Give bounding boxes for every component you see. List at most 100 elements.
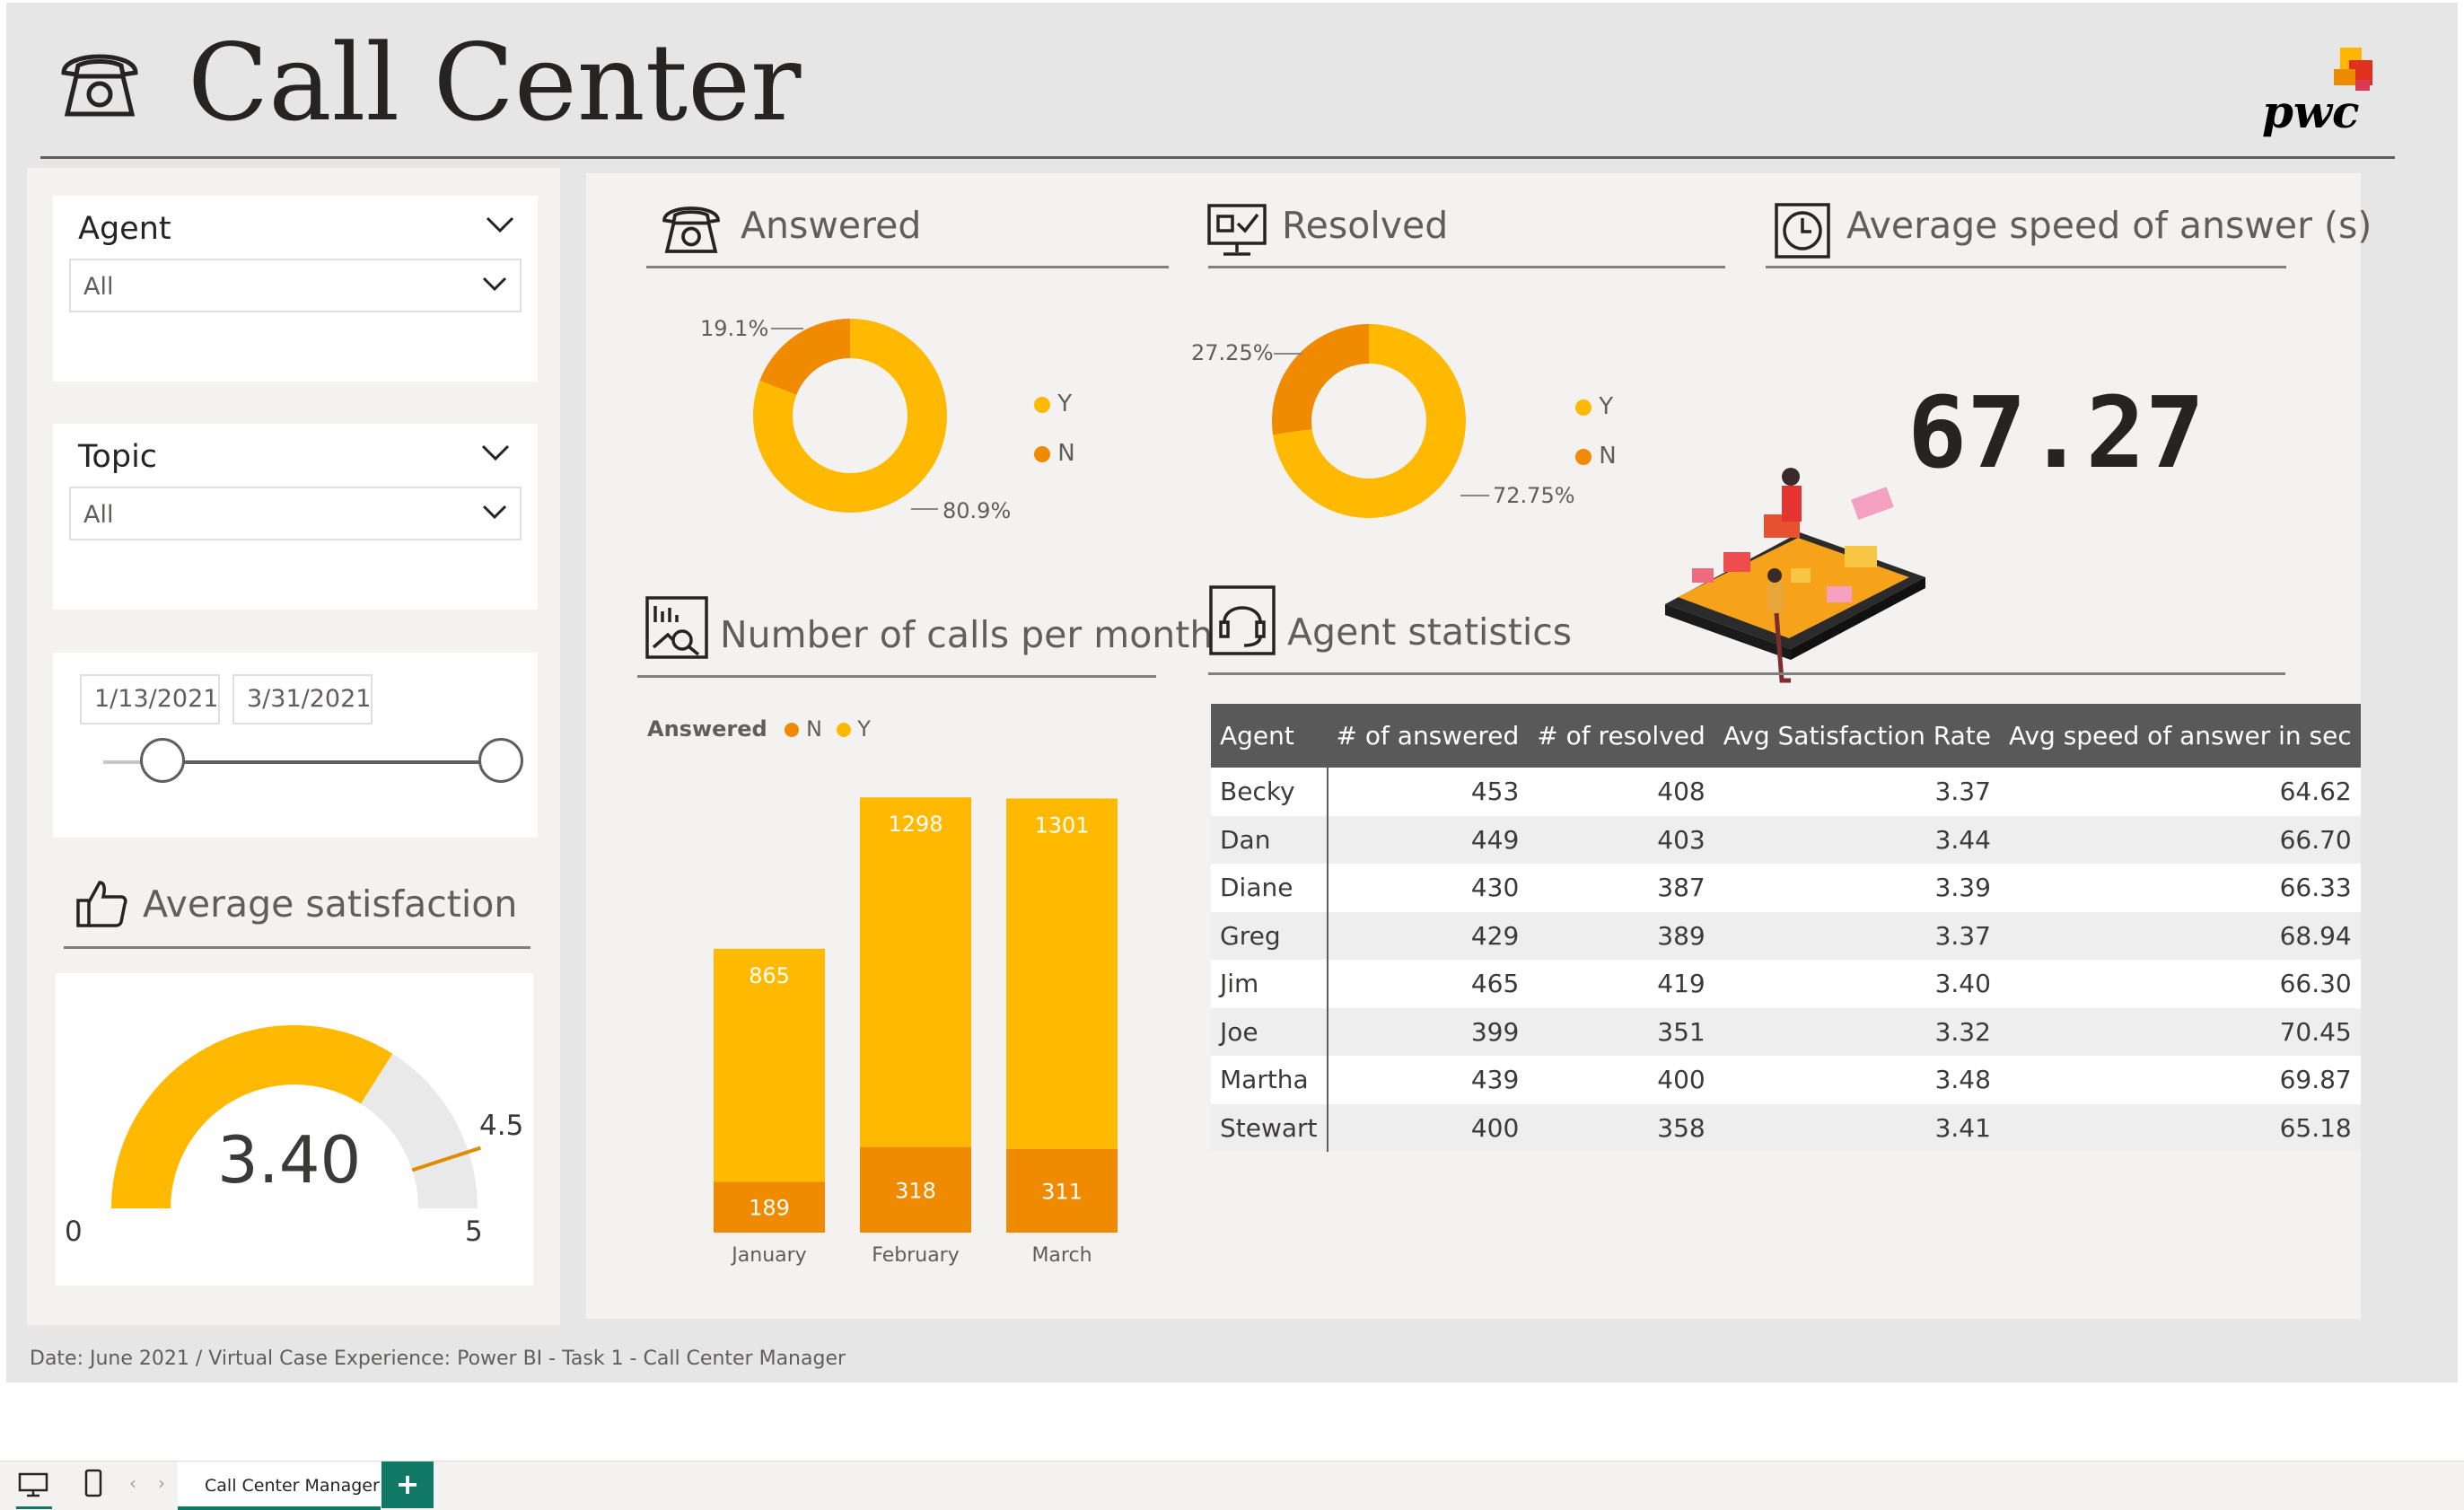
- table-row[interactable]: Martha 439 400 3.48 69.87: [1211, 1056, 2361, 1104]
- table-cell: Becky: [1211, 768, 1328, 816]
- answered-y-pct: 80.9%: [943, 498, 1012, 523]
- page-title: Call Center: [188, 21, 802, 145]
- x-tick-label: March: [1031, 1244, 1092, 1267]
- agent-dropdown[interactable]: All: [69, 259, 522, 312]
- column-header[interactable]: # of answered: [1327, 704, 1529, 768]
- table-cell: 3.37: [1714, 911, 2000, 960]
- avg-speed-title: Average speed of answer (s): [1846, 204, 2372, 247]
- date-slider-end-handle[interactable]: [478, 738, 523, 783]
- legend-item-n[interactable]: N: [1034, 429, 1075, 478]
- calls-chart-divider: [637, 675, 1156, 678]
- legend-dot-y: [1575, 399, 1592, 416]
- answered-title: Answered: [741, 204, 922, 247]
- table-cell: 430: [1327, 864, 1529, 912]
- table-cell: Martha: [1211, 1056, 1328, 1104]
- table-cell: 65.18: [1999, 1103, 2361, 1152]
- table-row[interactable]: Stewart 400 358 3.41 65.18: [1211, 1103, 2361, 1152]
- x-tick-label: January: [730, 1244, 806, 1267]
- legend-item-y[interactable]: Y: [836, 716, 871, 742]
- phone-icon: [659, 195, 723, 263]
- chevron-down-icon: [482, 277, 507, 293]
- mobile-icon[interactable]: [84, 1469, 102, 1501]
- answered-legend: Y N: [1034, 380, 1075, 478]
- table-cell: 389: [1528, 911, 1714, 960]
- gauge-max-label: 5: [465, 1216, 483, 1248]
- chevron-down-icon: [482, 505, 507, 521]
- legend-item-y[interactable]: Y: [1575, 382, 1617, 432]
- chevron-left-icon[interactable]: ‹: [129, 1472, 136, 1494]
- legend-dot-y: [1034, 396, 1050, 413]
- table-cell: Diane: [1211, 864, 1328, 912]
- desktop-icon[interactable]: [18, 1472, 48, 1501]
- bar-y-march[interactable]: [1006, 798, 1118, 1149]
- resolved-leader-y: [1460, 495, 1489, 496]
- topic-dropdown[interactable]: All: [69, 487, 522, 540]
- table-cell: 387: [1528, 864, 1714, 912]
- table-row[interactable]: Joe 399 351 3.32 70.45: [1211, 1007, 2361, 1056]
- data-label: 865: [749, 963, 790, 988]
- satisfaction-gauge: 3.40 0 5 4.5: [56, 973, 533, 1286]
- header-divider: [40, 156, 2395, 159]
- legend-item-n[interactable]: N: [1575, 432, 1617, 481]
- table-row[interactable]: Greg 429 389 3.37 68.94: [1211, 911, 2361, 960]
- monitor-check-icon: [1206, 202, 1268, 263]
- answered-n-pct: 19.1%: [700, 316, 769, 341]
- agent-stats-divider: [1208, 672, 2285, 675]
- column-header[interactable]: Avg speed of answer in sec: [1999, 704, 2361, 768]
- legend-item-y[interactable]: Y: [1034, 380, 1075, 429]
- tab-call-center-manager[interactable]: Call Center Manager: [178, 1462, 381, 1510]
- data-label: 1301: [1034, 812, 1089, 838]
- date-slider-start-handle[interactable]: [140, 738, 185, 783]
- avg-satisfaction-title: Average satisfaction: [143, 882, 518, 926]
- table-cell: Jim: [1211, 960, 1328, 1008]
- resolved-n-pct: 27.25%: [1191, 340, 1274, 365]
- table-row[interactable]: Diane 430 387 3.39 66.33: [1211, 864, 2361, 912]
- table-cell: 399: [1327, 1007, 1529, 1056]
- answered-leader-n: [771, 328, 803, 329]
- add-page-label: +: [395, 1467, 420, 1501]
- resolved-legend: Y N: [1575, 382, 1617, 481]
- chevron-down-icon[interactable]: [486, 215, 514, 233]
- table-cell: 400: [1327, 1103, 1529, 1152]
- column-header[interactable]: # of resolved: [1528, 704, 1714, 768]
- data-label: 318: [895, 1178, 936, 1203]
- tab-label: Call Center Manager: [205, 1476, 380, 1496]
- legend-label-y: Y: [857, 716, 871, 742]
- table-cell: Stewart: [1211, 1103, 1328, 1152]
- gauge-min-label: 0: [65, 1216, 83, 1248]
- table-cell: 400: [1528, 1056, 1714, 1104]
- legend-label-y: Y: [1599, 393, 1614, 420]
- avg-speed-value: 67.27: [1907, 375, 2205, 490]
- topic-slicer-label: Topic: [78, 439, 158, 475]
- table-cell: 64.62: [1999, 768, 2361, 816]
- column-header[interactable]: Avg Satisfaction Rate: [1714, 704, 2000, 768]
- chevron-right-icon[interactable]: ›: [158, 1472, 165, 1494]
- pwc-logo-text: pwc: [2262, 85, 2360, 138]
- column-header[interactable]: Agent: [1211, 704, 1328, 768]
- agent-slicer-label: Agent: [78, 211, 171, 247]
- table-cell: 69.87: [1999, 1056, 2361, 1104]
- avg-satisfaction-divider: [64, 946, 531, 949]
- answered-divider: [646, 266, 1169, 268]
- legend-item-n[interactable]: N: [785, 716, 822, 742]
- end-date-value: 3/31/2021: [247, 685, 372, 713]
- phone-icon: [57, 39, 143, 128]
- donut-slice-n[interactable]: [1272, 324, 1369, 435]
- donut-slice-n[interactable]: [759, 319, 850, 395]
- table-cell: 3.44: [1714, 815, 2000, 864]
- resolved-donut-chart: [1261, 313, 1477, 532]
- start-date-input[interactable]: 1/13/2021: [80, 674, 220, 724]
- end-date-input[interactable]: 3/31/2021: [232, 674, 373, 724]
- table-cell: 403: [1528, 815, 1714, 864]
- table-row[interactable]: Jim 465 419 3.40 66.30: [1211, 960, 2361, 1008]
- add-page-button[interactable]: +: [381, 1462, 434, 1508]
- calls-chart-legend: Answered N Y: [647, 716, 871, 742]
- chevron-down-icon[interactable]: [481, 443, 510, 461]
- footer-note: Date: June 2021 / Virtual Case Experienc…: [30, 1348, 846, 1370]
- bar-y-february[interactable]: [860, 797, 971, 1147]
- table-row[interactable]: Dan 449 403 3.44 66.70: [1211, 815, 2361, 864]
- page-tab-bar: ‹ › Call Center Manager +: [0, 1461, 2464, 1510]
- table-row[interactable]: Becky 453 408 3.37 64.62: [1211, 768, 2361, 816]
- x-tick-label: February: [872, 1244, 960, 1267]
- table-cell: 3.48: [1714, 1056, 2000, 1104]
